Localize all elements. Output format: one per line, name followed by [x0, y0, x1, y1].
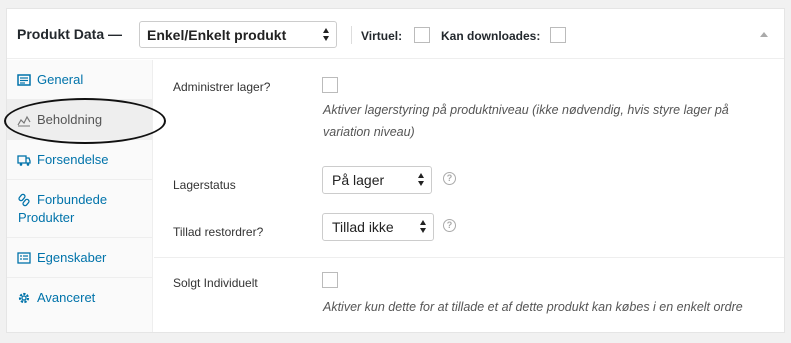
- general-icon: [17, 74, 31, 86]
- stock-status-label: Lagerstatus: [173, 178, 236, 192]
- tab-general[interactable]: General: [7, 60, 153, 100]
- tab-shipping-label: Forsendelse: [37, 152, 109, 167]
- product-data-panel: Produkt Data — Enkel/Enkelt produkt Virt…: [4, 8, 785, 333]
- tab-linked-products[interactable]: Forbundede Produkter: [7, 180, 153, 238]
- help-glyph: ?: [446, 173, 453, 183]
- backorders-value: Tillad ikke: [332, 219, 394, 235]
- tab-attributes-label: Egenskaber: [37, 250, 107, 265]
- stock-status-select[interactable]: På lager: [322, 166, 432, 194]
- downloadable-label: Kan downloades:: [441, 29, 541, 43]
- tab-advanced-label: Avanceret: [37, 290, 96, 305]
- collapse-toggle-icon[interactable]: [760, 32, 768, 37]
- downloadable-checkbox[interactable]: [550, 27, 566, 43]
- sold-individually-checkbox[interactable]: [322, 272, 338, 288]
- backorders-select[interactable]: Tillad ikke: [322, 213, 434, 241]
- sold-individually-label: Solgt Individuelt: [173, 276, 258, 290]
- advanced-icon: [18, 292, 30, 304]
- panel-header: Produkt Data — Enkel/Enkelt produkt Virt…: [7, 9, 784, 59]
- product-type-select[interactable]: Enkel/Enkelt produkt: [139, 21, 337, 48]
- help-glyph: ?: [446, 220, 453, 230]
- tab-linked-products-label: Forbundede Produkter: [18, 192, 108, 225]
- tab-shipping[interactable]: Forsendelse: [7, 140, 153, 180]
- section-divider: [154, 257, 784, 258]
- backorders-label: Tillad restordrer?: [173, 225, 264, 239]
- panel-title: Produkt Data —: [17, 26, 123, 42]
- virtual-checkbox[interactable]: [414, 27, 430, 43]
- backorders-help-icon[interactable]: ?: [443, 219, 456, 232]
- manage-stock-description: Aktiver lagerstyring på produktniveau (i…: [323, 103, 729, 139]
- product-type-value: Enkel/Enkelt produkt: [147, 27, 287, 43]
- shipping-icon: [17, 155, 31, 166]
- select-arrows-icon: [418, 173, 426, 189]
- sold-individually-description: Aktiver kun dette for at tillade et af d…: [323, 300, 743, 314]
- tab-general-label: General: [37, 72, 84, 87]
- tab-attributes[interactable]: Egenskaber: [7, 238, 153, 278]
- manage-stock-label: Administrer lager?: [173, 80, 271, 94]
- tab-advanced[interactable]: Avanceret: [7, 278, 153, 318]
- header-divider: [351, 26, 352, 44]
- virtual-label: Virtuel:: [361, 29, 403, 43]
- attributes-icon: [17, 252, 31, 264]
- select-arrows-icon: [420, 220, 428, 236]
- manage-stock-checkbox[interactable]: [322, 77, 338, 93]
- select-arrows-icon: [323, 28, 331, 44]
- stock-status-value: På lager: [332, 172, 385, 188]
- stock-status-help-icon[interactable]: ?: [443, 172, 456, 185]
- highlight-oval: [4, 98, 166, 144]
